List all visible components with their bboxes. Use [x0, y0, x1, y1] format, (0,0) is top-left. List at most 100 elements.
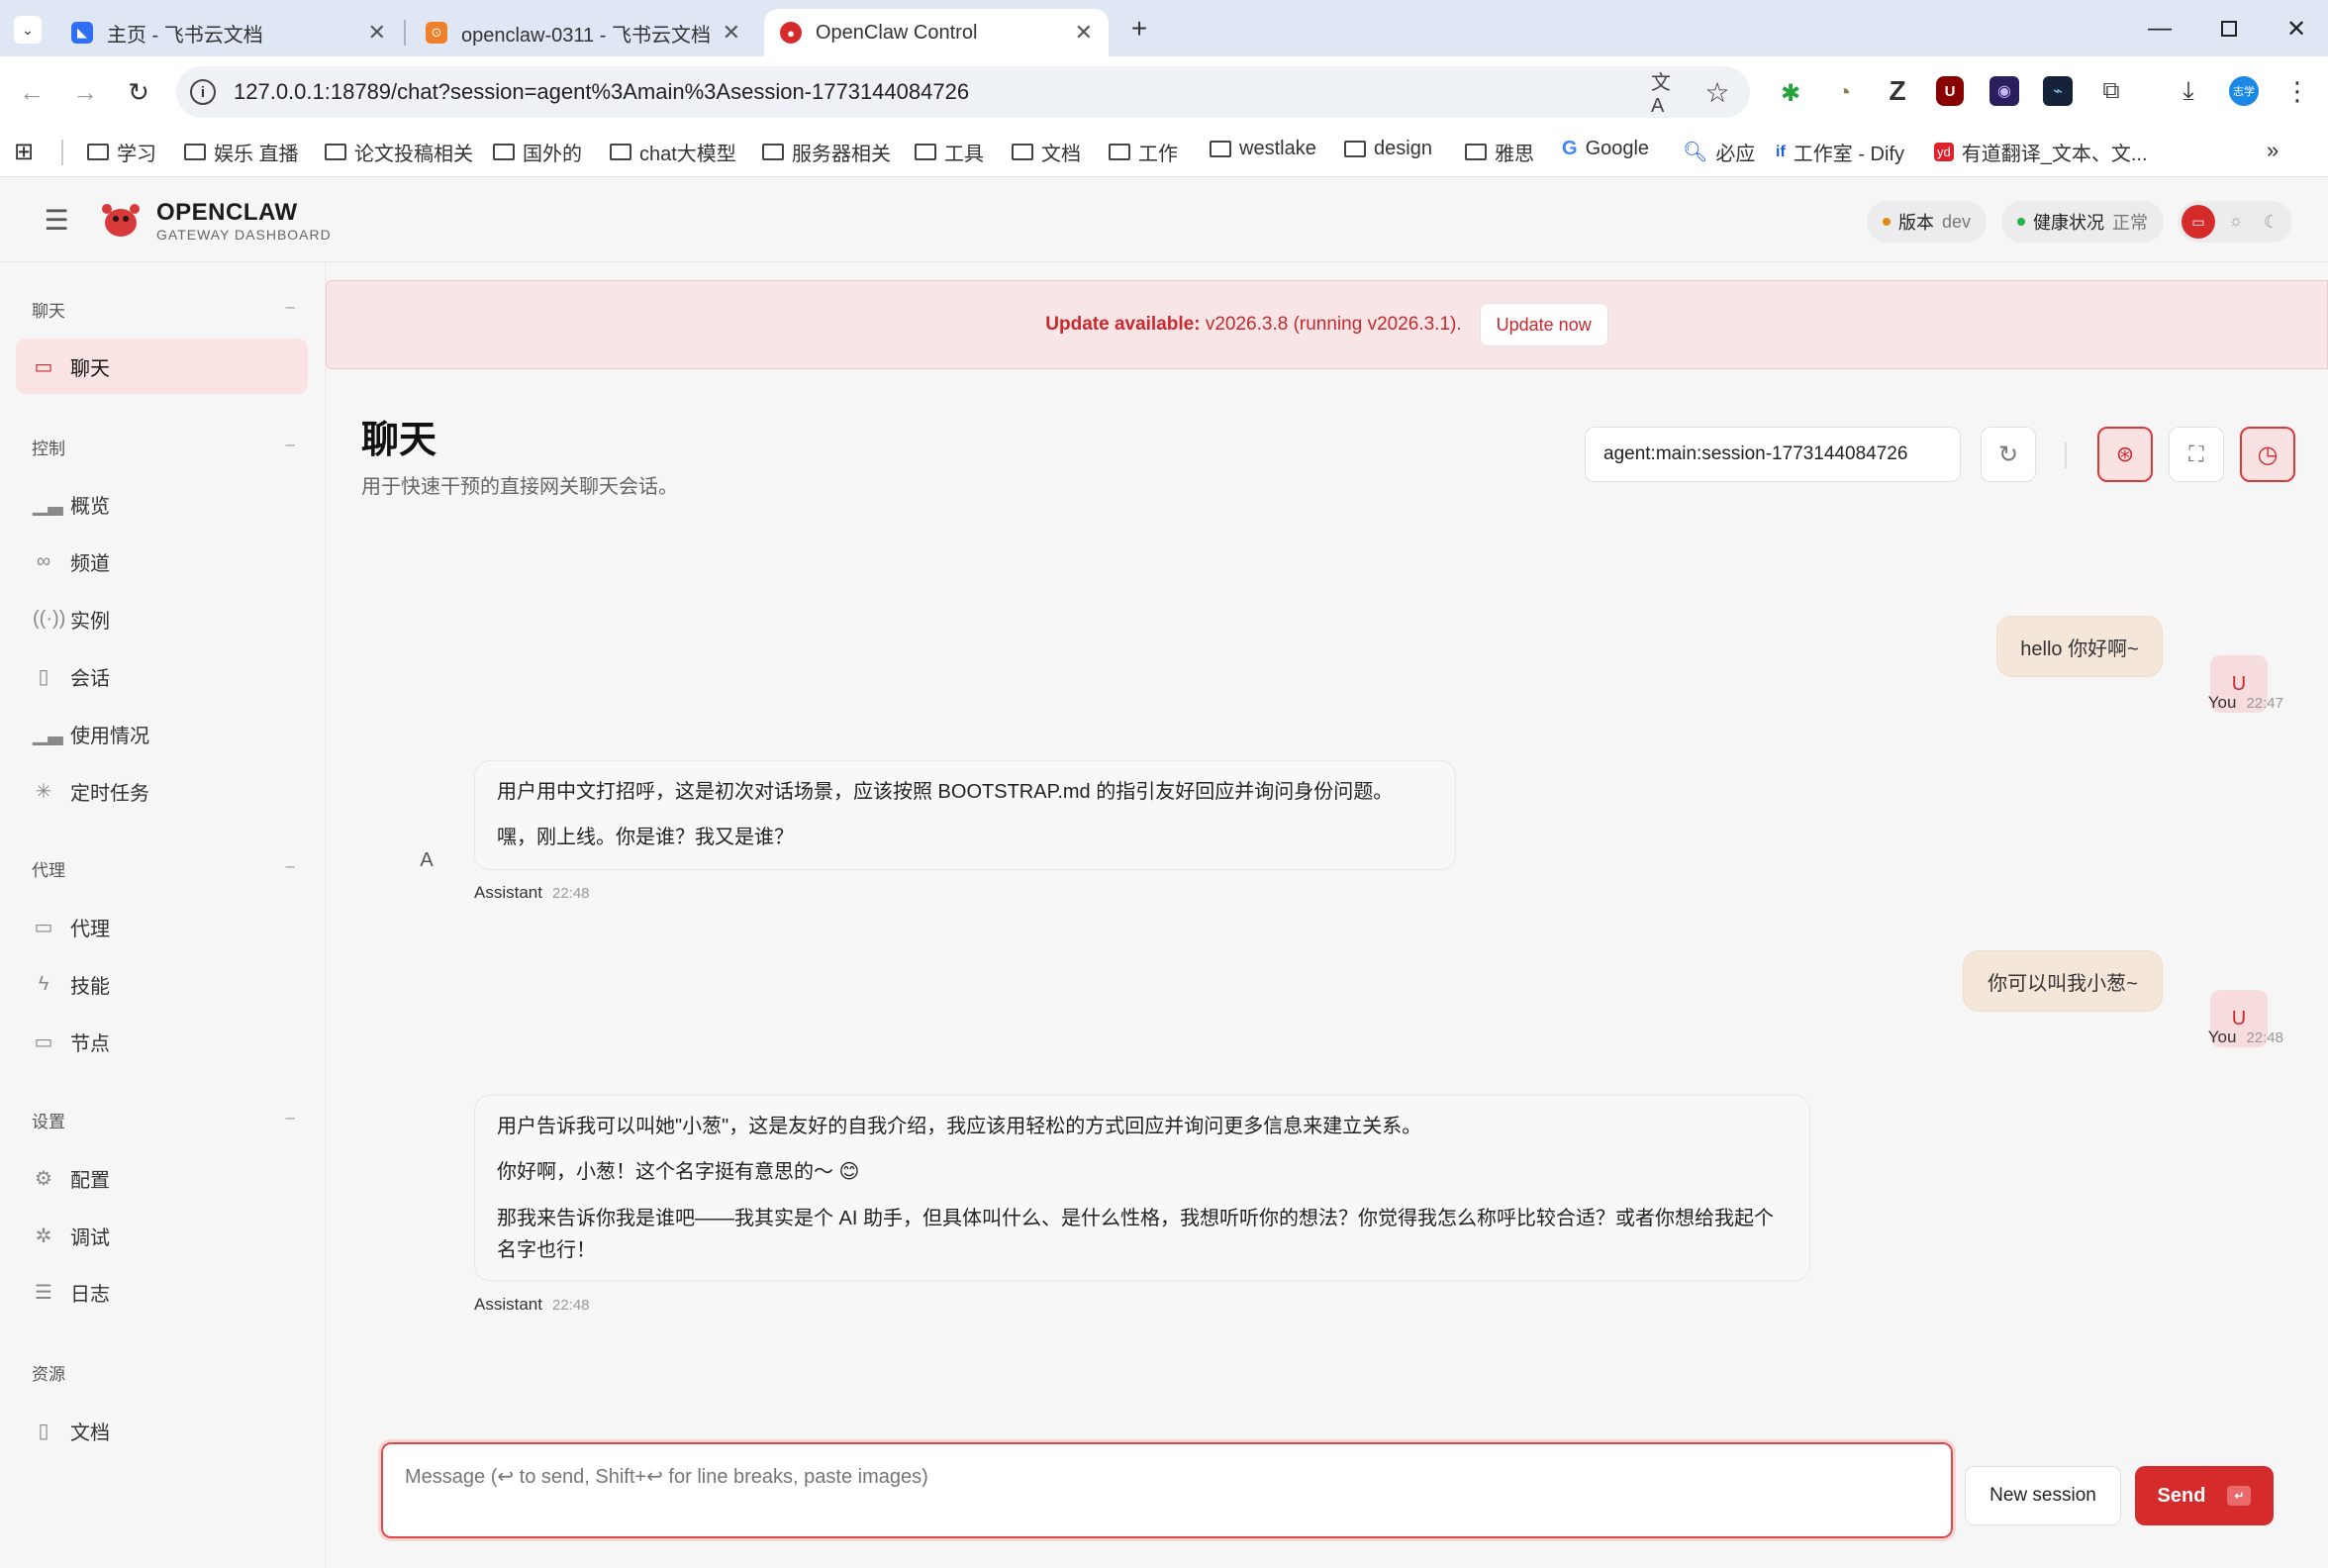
back-icon[interactable]: ←	[14, 74, 49, 110]
broadcast-icon: ((·))	[33, 607, 66, 630]
more-bookmarks-icon[interactable]: »	[2267, 138, 2279, 163]
sidebar-section-resources[interactable]: 资源	[32, 1360, 295, 1385]
bookmark-star-icon[interactable]: ☆	[1702, 77, 1732, 108]
new-session-button[interactable]: New session	[1965, 1466, 2121, 1525]
bookmarks-divider	[61, 140, 63, 165]
extension-ublock-icon[interactable]: U	[1936, 76, 1964, 106]
bookmark-folder-foreign[interactable]: 国外的	[493, 138, 582, 166]
tab-openclaw-doc[interactable]: ⊙ openclaw-0311 - 飞书云文档 ✕	[410, 9, 756, 56]
version-value: dev	[1942, 211, 1972, 232]
sidebar-item-config[interactable]: ⚙ 配置	[16, 1150, 308, 1206]
tab-search-chevron-icon[interactable]: ⌄	[14, 16, 42, 44]
bookmark-google[interactable]: G Google	[1562, 138, 1649, 160]
message-meta: You 22:47	[2086, 693, 2283, 713]
bookmark-folder-study[interactable]: 学习	[87, 138, 156, 166]
bookmark-folder-work[interactable]: 工作	[1109, 138, 1178, 166]
sidebar-item-instances[interactable]: ((·)) 实例	[16, 591, 308, 646]
send-button[interactable]: Send ↵	[2135, 1466, 2274, 1525]
bookmark-folder-tools[interactable]: 工具	[915, 138, 984, 166]
thinking-toggle-button[interactable]: ⊛	[2097, 427, 2153, 482]
close-tab-icon[interactable]: ✕	[723, 20, 740, 46]
clock-icon: ◷	[2257, 441, 2279, 468]
folder-icon	[1109, 144, 1130, 160]
sidebar-item-debug[interactable]: ✲ 调试	[16, 1208, 308, 1263]
download-icon[interactable]: ⤓	[2174, 75, 2203, 106]
bookmark-folder-servers[interactable]: 服务器相关	[762, 138, 891, 166]
sidebar-item-channels[interactable]: ∞ 频道	[16, 534, 308, 589]
sidebar-section-agents[interactable]: 代理 –	[32, 856, 295, 881]
new-tab-icon[interactable]: +	[1122, 12, 1156, 46]
bookmark-folder-ielts[interactable]: 雅思	[1465, 138, 1534, 166]
collapse-icon[interactable]: –	[286, 297, 295, 317]
message-time: 22:47	[2246, 695, 2283, 712]
collapse-icon[interactable]: –	[286, 856, 295, 876]
sidebar-section-control[interactable]: 控制 –	[32, 435, 295, 459]
bookmark-folder-design[interactable]: design	[1344, 138, 1432, 160]
tab-feishu-home[interactable]: ◣ 主页 - 飞书云文档 ✕	[55, 9, 402, 56]
extension-purple-icon[interactable]: ◉	[1989, 76, 2019, 106]
sidebar-item-overview[interactable]: ▁▃ 概览	[16, 476, 308, 532]
sidebar-item-cron[interactable]: ✳ 定时任务	[16, 763, 308, 819]
forward-icon[interactable]: →	[67, 74, 103, 110]
extension-dark-icon[interactable]: ⌁	[2043, 76, 2073, 106]
maximize-window-icon[interactable]	[2209, 12, 2249, 46]
address-bar[interactable]: i 127.0.0.1:18789/chat?session=agent%3Am…	[176, 66, 1750, 118]
theme-dark-moon-icon[interactable]: ☾	[2255, 205, 2288, 239]
reload-icon[interactable]: ↻	[121, 74, 156, 110]
health-status-dot	[2017, 218, 2025, 226]
browser-menu-icon[interactable]: ⋮	[2282, 76, 2312, 106]
translate-icon[interactable]: 文A	[1651, 72, 1681, 117]
extension-green-icon[interactable]: ✱	[1776, 78, 1805, 108]
user-message-bubble: 你可以叫我小葱~	[1963, 950, 2163, 1012]
minimize-window-icon[interactable]: —	[2140, 12, 2180, 46]
theme-system-monitor-icon[interactable]: ▭	[2182, 205, 2215, 239]
sidebar-section-chat[interactable]: 聊天 –	[32, 297, 295, 322]
sidebar-item-usage[interactable]: ▁▃ 使用情况	[16, 706, 308, 761]
bookmark-folder-llm[interactable]: chat大模型	[610, 138, 736, 166]
close-tab-icon[interactable]: ✕	[368, 20, 386, 46]
close-window-icon[interactable]: ✕	[2277, 12, 2316, 46]
collapse-icon[interactable]: –	[286, 435, 295, 454]
extensions-puzzle-icon[interactable]: ⧉	[2096, 76, 2126, 106]
message-input[interactable]	[378, 1439, 1956, 1541]
message-text: 嘿，刚上线。你是谁？我又是谁？	[497, 827, 794, 848]
extension-planet-icon[interactable]: ◔	[1829, 78, 1859, 108]
bookmark-folder-papers[interactable]: 论文投稿相关	[325, 138, 473, 166]
extension-zotero-icon[interactable]: Z	[1883, 75, 1912, 106]
refresh-button[interactable]: ↻	[1981, 427, 2036, 482]
sidebar-item-nodes[interactable]: ▭ 节点	[16, 1014, 308, 1069]
enter-key-icon: ↵	[2227, 1486, 2252, 1506]
update-message: Update available: v2026.3.8 (running v20…	[1045, 314, 1461, 336]
history-toggle-button[interactable]: ◷	[2240, 427, 2295, 482]
update-now-button[interactable]: Update now	[1479, 303, 1608, 346]
site-info-icon[interactable]: i	[190, 79, 216, 105]
menu-toggle-icon[interactable]: ☰	[40, 203, 73, 237]
message-text: 用户告诉我可以叫她"小葱"，这是友好的自我介绍，我应该用轻松的方式回应并询问更多…	[497, 1116, 1422, 1137]
profile-avatar[interactable]: 志学	[2229, 76, 2259, 106]
apps-grid-icon[interactable]: ⊞	[14, 138, 34, 166]
sidebar-item-agents[interactable]: ▭ 代理	[16, 899, 308, 954]
folder-icon	[915, 144, 936, 160]
bookmark-youdao[interactable]: yd 有道翻译_文本、文...	[1934, 138, 2148, 166]
bookmark-bing[interactable]: 🔍︎ 必应	[1683, 138, 1755, 166]
bookmark-folder-entertainment[interactable]: 娱乐 直播	[184, 138, 299, 166]
sidebar-item-sessions[interactable]: ▯ 会话	[16, 648, 308, 704]
session-select[interactable]: agent:main:session-1773144084726	[1585, 427, 1961, 482]
sidebar-item-chat[interactable]: ▭ 聊天	[16, 339, 308, 394]
close-tab-icon[interactable]: ✕	[1075, 20, 1093, 46]
message-text: 你好啊，小葱！这个名字挺有意思的～ 😊	[497, 1161, 860, 1183]
bookmark-folder-westlake[interactable]: westlake	[1210, 138, 1316, 160]
sidebar-item-skills[interactable]: ϟ 技能	[16, 956, 308, 1012]
collapse-icon[interactable]: –	[286, 1108, 295, 1127]
sidebar-item-logs[interactable]: ☰ 日志	[16, 1264, 308, 1320]
message-meta: You 22:48	[2086, 1028, 2283, 1047]
message-author: Assistant	[474, 883, 542, 902]
bookmark-folder-docs[interactable]: 文档	[1012, 138, 1081, 166]
message-author: You	[2207, 1028, 2237, 1046]
focus-mode-button[interactable]: ⛶	[2169, 427, 2224, 482]
tab-openclaw-control[interactable]: ● OpenClaw Control ✕	[764, 9, 1109, 56]
bookmark-dify[interactable]: if 工作室 - Dify	[1776, 138, 1904, 166]
sidebar-section-settings[interactable]: 设置 –	[32, 1108, 295, 1132]
sidebar-item-docs[interactable]: ▯ 文档	[16, 1403, 308, 1458]
theme-light-sun-icon[interactable]: ☼	[2219, 205, 2253, 239]
